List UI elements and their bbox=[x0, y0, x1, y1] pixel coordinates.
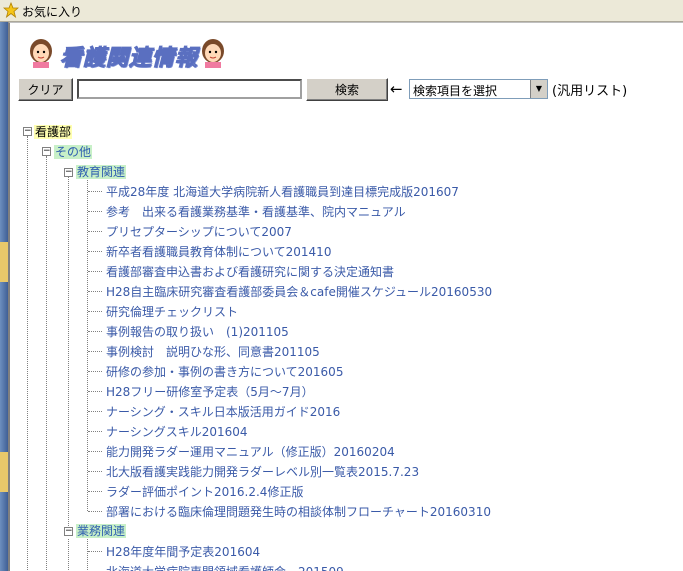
tree-line bbox=[88, 371, 102, 372]
tree-line bbox=[88, 551, 102, 552]
tree-line bbox=[88, 411, 102, 412]
list-item[interactable]: 能力開発ラダー運用マニュアル（修正版）20160204 bbox=[106, 443, 395, 460]
list-item[interactable]: ナーシング・スキル日本版活用ガイド2016 bbox=[106, 403, 340, 420]
tree-node-root[interactable]: 看護部 bbox=[34, 123, 73, 140]
tree-line bbox=[68, 176, 69, 532]
tree-node-other[interactable]: その他 bbox=[54, 143, 93, 160]
list-item[interactable]: プリセプターシップについて2007 bbox=[106, 223, 292, 240]
logo: 看護関連情報 bbox=[28, 38, 248, 72]
list-item[interactable]: H28自主臨床研究審査看護部委員会＆cafe開催スケジュール20160530 bbox=[106, 283, 492, 300]
list-item[interactable]: 新卒者看護職員教育体制について201410 bbox=[106, 243, 331, 260]
tree-line bbox=[88, 431, 102, 432]
list-item[interactable]: 看護部審査申込書および看護研究に関する決定通知書 bbox=[106, 263, 394, 280]
tree-line bbox=[27, 136, 28, 571]
tree-line bbox=[88, 191, 102, 192]
tree-node-education[interactable]: 教育関連 bbox=[76, 163, 127, 180]
search-button[interactable]: 検索 bbox=[306, 78, 388, 101]
nurse-face-icon bbox=[28, 38, 54, 68]
list-item[interactable]: 北海道大学病院専門領域看護師会 201509 bbox=[106, 563, 344, 571]
left-sidebar-strip bbox=[0, 22, 8, 571]
tree-line bbox=[88, 251, 102, 252]
list-item[interactable]: H28年度年間予定表201604 bbox=[106, 543, 260, 560]
content-panel: 看護関連情報 クリア 検索 ← 検索項目を選択 ▼ (汎用リスト) − 看護部 … bbox=[8, 22, 683, 571]
tree-line bbox=[68, 539, 69, 571]
collapse-toggle[interactable]: − bbox=[64, 168, 73, 177]
list-item[interactable]: ラダー評価ポイント2016.2.4修正版 bbox=[106, 483, 303, 500]
list-item[interactable]: 部署における臨床倫理問題発生時の相談体制フローチャート20160310 bbox=[106, 503, 491, 520]
list-item[interactable]: 参考 出来る看護業務基準・看護基準、院内マニュアル bbox=[106, 203, 406, 220]
list-item[interactable]: ナーシングスキル201604 bbox=[106, 423, 248, 440]
collapse-toggle[interactable]: − bbox=[64, 527, 73, 536]
left-arrow: ← bbox=[390, 80, 403, 98]
list-item[interactable]: 北大版看護実践能力開発ラダーレベル別一覧表2015.7.23 bbox=[106, 463, 419, 480]
collapse-toggle[interactable]: − bbox=[23, 127, 32, 136]
list-item[interactable]: H28フリー研修室予定表（5月〜7月） bbox=[106, 383, 314, 400]
tree-line bbox=[88, 231, 102, 232]
tree-node-business[interactable]: 業務関連 bbox=[76, 522, 127, 539]
search-input[interactable] bbox=[77, 79, 302, 99]
list-item[interactable]: 事例検討 説明ひな形、同意書201105 bbox=[106, 343, 320, 360]
select-value: 検索項目を選択 bbox=[413, 84, 498, 98]
tree-line bbox=[46, 156, 47, 571]
list-item[interactable]: 研修の参加・事例の書き方について201605 bbox=[106, 363, 343, 380]
tree-line bbox=[88, 451, 102, 452]
tree-line bbox=[88, 391, 102, 392]
tree-line bbox=[88, 471, 102, 472]
chevron-down-icon[interactable]: ▼ bbox=[530, 80, 547, 98]
search-field-select[interactable]: 検索項目を選択 ▼ bbox=[409, 79, 548, 99]
list-item[interactable]: 平成28年度 北海道大学病院新人看護職員到達目標完成版201607 bbox=[106, 183, 459, 200]
generic-list-note: (汎用リスト) bbox=[552, 84, 628, 99]
collapse-toggle[interactable]: − bbox=[42, 147, 51, 156]
tree-line bbox=[88, 211, 102, 212]
nurse-face-icon bbox=[200, 38, 226, 68]
tree-line bbox=[87, 539, 88, 571]
star-icon bbox=[2, 1, 20, 21]
tree-line bbox=[88, 491, 102, 492]
clear-button[interactable]: クリア bbox=[18, 78, 73, 101]
tree-line bbox=[88, 291, 102, 292]
sidebar-tab[interactable] bbox=[0, 242, 8, 282]
tree-line bbox=[88, 351, 102, 352]
tree-line bbox=[88, 271, 102, 272]
sidebar-tab[interactable] bbox=[0, 452, 8, 492]
logo-text: 看護関連情報 bbox=[59, 46, 199, 72]
list-item[interactable]: 研究倫理チェックリスト bbox=[106, 303, 238, 320]
tree-line bbox=[88, 311, 102, 312]
tree-line bbox=[88, 511, 102, 512]
tree-line bbox=[88, 331, 102, 332]
favorites-title: お気に入り bbox=[22, 5, 83, 19]
list-item[interactable]: 事例報告の取り扱い (1)201105 bbox=[106, 323, 289, 340]
favorites-bar: お気に入り bbox=[0, 0, 683, 22]
tree-line bbox=[87, 176, 88, 511]
